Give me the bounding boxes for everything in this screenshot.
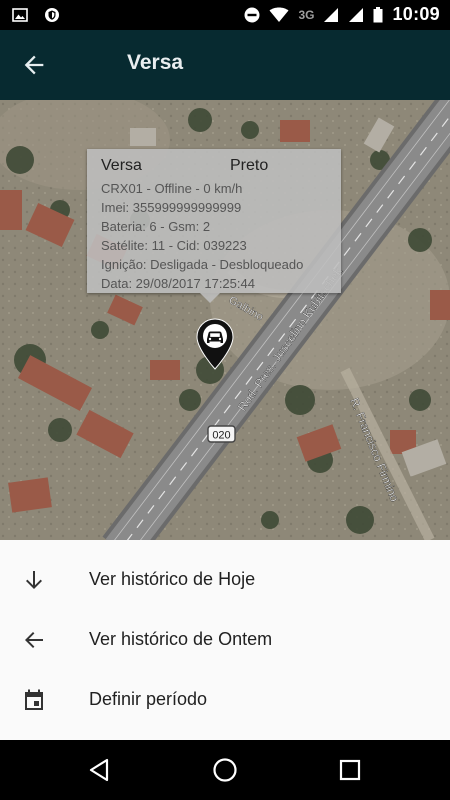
info-window-pointer (200, 293, 220, 303)
status-clock: 10:09 (392, 4, 440, 24)
calendar-icon (25, 689, 43, 710)
info-line-ignition: Ignição: Desligada - Desbloqueado (101, 257, 304, 272)
system-nav-bar (0, 740, 450, 800)
arrow-back-icon[interactable] (20, 51, 48, 79)
menu-item-label: Definir período (89, 689, 208, 709)
route-shield-number: 020 (212, 430, 230, 442)
info-line-imei: Imei: 355999999999999 (101, 200, 242, 215)
route-shield: 020 (207, 425, 236, 443)
menu-item-label: Ver histórico de Hoje (89, 569, 256, 589)
info-line-status: CRX01 - Offline - 0 km/h (101, 181, 243, 196)
menu-item-label: Ver histórico de Ontem (89, 629, 273, 649)
status-bar: 3G 10:09 (0, 0, 450, 30)
vpn-shield-icon (45, 8, 59, 22)
menu-item-history-yesterday[interactable]: Ver histórico de Ontem (0, 610, 450, 670)
menu-item-define-period[interactable]: Definir período (0, 670, 450, 730)
signal-icon (349, 7, 364, 22)
wifi-icon (269, 7, 289, 22)
home-circle-icon[interactable] (211, 756, 239, 784)
page-title: Versa (127, 51, 184, 74)
recents-square-icon[interactable] (336, 756, 364, 784)
vehicle-name: Versa (101, 157, 142, 174)
vehicle-info-window[interactable]: Versa Preto CRX01 - Offline - 0 km/h Ime… (87, 149, 341, 303)
network-type-label: 3G (298, 7, 315, 22)
image-icon (12, 8, 28, 22)
back-triangle-icon[interactable] (86, 756, 114, 784)
menu-item-history-today[interactable]: Ver histórico de Hoje (0, 550, 450, 610)
car-location-pin-icon[interactable] (196, 318, 234, 370)
info-line-date: Data: 29/08/2017 17:25:44 (101, 276, 255, 291)
bottom-sheet-menu: Ver histórico de Hoje Ver histórico de O… (0, 540, 450, 740)
info-line-battery: Bateria: 6 - Gsm: 2 (101, 219, 211, 234)
info-line-satellite: Satélite: 11 - Cid: 039223 (101, 238, 247, 253)
battery-icon (373, 6, 383, 22)
app-bar: Versa (0, 30, 450, 100)
arrow-down-icon (26, 571, 42, 589)
arrow-left-icon (25, 632, 43, 648)
do-not-disturb-icon (244, 7, 260, 22)
signal-icon (324, 7, 339, 22)
vehicle-color: Preto (230, 157, 269, 174)
